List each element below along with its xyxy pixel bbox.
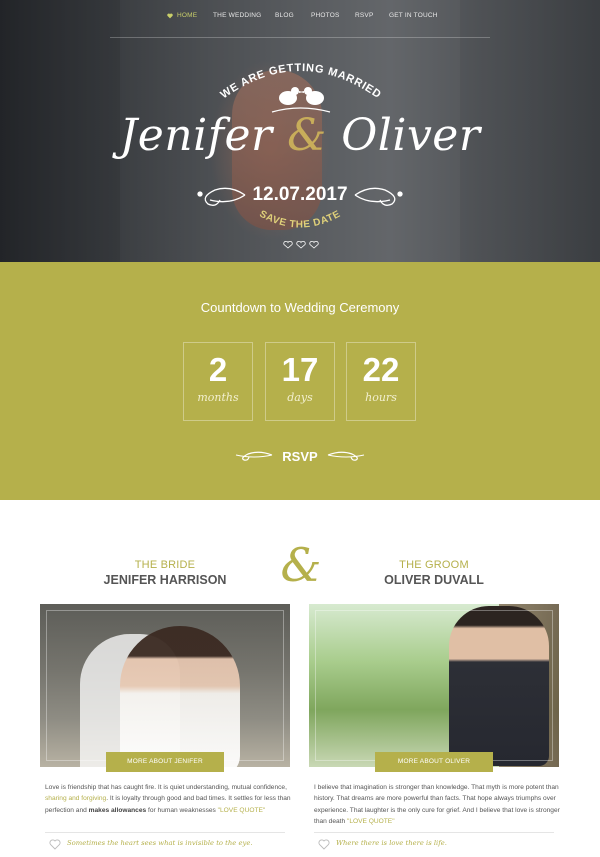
groom-role: THE GROOM xyxy=(399,559,469,571)
heart-outline-icon xyxy=(318,839,330,850)
hearts-icon xyxy=(283,241,319,249)
hero-section: Home The Wedding Blog Photos RSVP Get in… xyxy=(0,0,600,262)
countdown-value: 22 xyxy=(362,351,400,388)
groom-bio: I believe that imagination is stronger t… xyxy=(314,784,560,825)
bride-name: JENIFER HARRISON xyxy=(103,573,227,587)
bride-photo xyxy=(40,604,290,767)
countdown-section: Countdown to Wedding Ceremony 2 months 1… xyxy=(0,262,600,500)
save-the-date-text: SAVE THE DATE xyxy=(257,209,342,231)
groom-quote: Where there is love there is life. xyxy=(314,838,564,850)
lovebirds-icon xyxy=(271,87,331,113)
bride-role: THE BRIDE xyxy=(134,559,196,571)
hero-arc-text: WE ARE GETTING MARRIED xyxy=(218,62,383,101)
groom-quote-text: Where there is love there is life. xyxy=(336,839,447,847)
divider xyxy=(314,832,554,833)
more-about-bride-button[interactable]: MORE ABOUT JENIFER xyxy=(106,752,224,772)
rsvp-swirl-right-icon xyxy=(327,451,365,461)
heart-outline-icon xyxy=(49,839,61,850)
bio-highlight: sharing and forgiving xyxy=(45,795,107,803)
couple-names: Jenifer & Oliver xyxy=(0,110,600,161)
groom-photo xyxy=(309,604,559,767)
more-about-groom-button[interactable]: MORE ABOUT OLIVER xyxy=(375,752,493,772)
countdown-value: 17 xyxy=(281,351,319,388)
hero-ampersand: & xyxy=(287,110,327,161)
bio-bold: makes allowances xyxy=(88,806,147,814)
countdown-unit-label: months xyxy=(197,391,239,404)
love-quote-link[interactable]: "LOVE QUOTE" xyxy=(218,807,266,814)
countdown-value: 2 xyxy=(208,351,228,388)
groom-first-name: Oliver xyxy=(341,110,481,161)
wedding-date: 12.07.2017 xyxy=(252,184,348,205)
groom-name: OLIVER DUVALL xyxy=(384,573,484,587)
countdown-box-hours: 22 hours xyxy=(346,342,416,421)
countdown-unit-label: days xyxy=(287,391,313,404)
love-quote-link[interactable]: "LOVE QUOTE" xyxy=(347,818,395,825)
countdown-box-months: 2 months xyxy=(183,342,253,421)
bride-first-name: Jenifer xyxy=(119,110,273,161)
bride-quote-text: Sometimes the heart sees what is invisib… xyxy=(67,839,253,847)
countdown-box-days: 17 days xyxy=(265,342,335,421)
divider xyxy=(45,832,285,833)
countdown-title: Countdown to Wedding Ceremony xyxy=(200,300,400,315)
bride-bio: Love is friendship that has caught fire.… xyxy=(45,784,291,814)
countdown-unit-label: hours xyxy=(365,391,397,404)
bride-quote: Sometimes the heart sees what is invisib… xyxy=(45,838,295,850)
couple-ampersand: & xyxy=(280,538,322,592)
